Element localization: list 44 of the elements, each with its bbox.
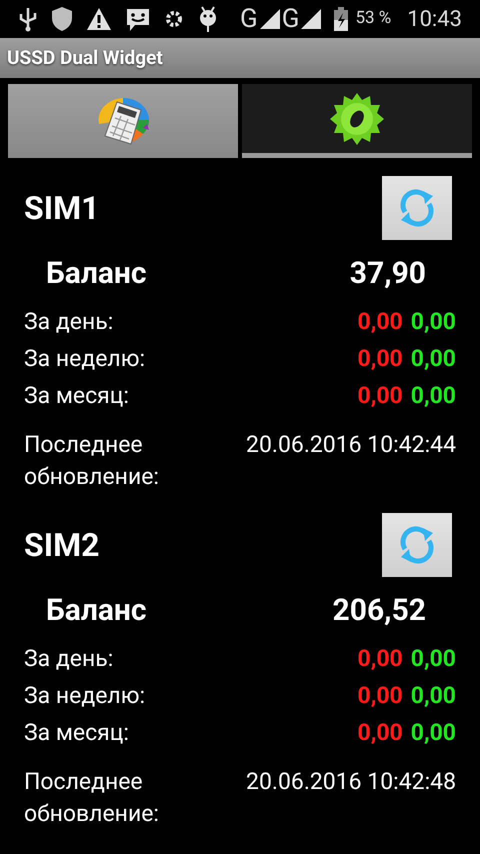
last-update-time: 20.06.2016 10:42:48 — [246, 767, 456, 797]
period-label: За неделю: — [24, 681, 146, 712]
signal-icon — [301, 9, 322, 29]
balance-label: Баланс — [46, 254, 147, 292]
spent-value: 0,00 — [358, 681, 403, 712]
spent-value: 0,00 — [358, 644, 403, 674]
period-label: За день: — [24, 644, 114, 674]
balance-value: 206,52 — [332, 592, 426, 630]
warning-icon — [86, 7, 112, 31]
spent-value: 0,00 — [358, 381, 403, 412]
refresh-button[interactable] — [382, 513, 452, 577]
spent-value: 0,00 — [358, 307, 403, 338]
sim-heading: SIM1 — [24, 188, 100, 229]
added-value: 0,00 — [410, 681, 456, 712]
added-value: 0,00 — [410, 381, 456, 412]
sim-heading: SIM2 — [24, 525, 100, 566]
last-update-time: 20.06.2016 10:42:44 — [246, 430, 456, 460]
shield-icon — [51, 6, 73, 32]
battery-level: 53 % — [355, 7, 392, 30]
period-label: За месяц: — [24, 718, 129, 748]
added-value: 0,00 — [410, 307, 456, 338]
last-update-label: Последнее обновление: — [24, 430, 160, 492]
usb-icon — [18, 6, 38, 32]
network-type: G — [282, 6, 300, 32]
signal-icon — [260, 9, 280, 29]
period-label: За день: — [24, 307, 114, 338]
last-update-label: Последнее обновление: — [24, 767, 160, 829]
period-label: За месяц: — [24, 381, 129, 412]
refresh-button[interactable] — [382, 176, 452, 240]
battery-icon — [334, 7, 348, 31]
added-value: 0,00 — [410, 718, 456, 748]
android-icon — [197, 5, 219, 33]
period-label: За неделю: — [24, 344, 146, 374]
added-value: 0,00 — [410, 344, 456, 374]
tab[interactable] — [242, 84, 472, 158]
clock-time: 10:43 — [407, 6, 462, 34]
chat-icon — [125, 6, 151, 32]
app-title: USSD Dual Widget — [7, 44, 163, 71]
added-value: 0,00 — [410, 644, 456, 674]
network-type: G — [240, 6, 258, 32]
balance-value: 37,90 — [350, 254, 426, 292]
spent-value: 0,00 — [358, 718, 403, 748]
spent-value: 0,00 — [358, 344, 403, 374]
balance-label: Баланс — [46, 592, 147, 630]
